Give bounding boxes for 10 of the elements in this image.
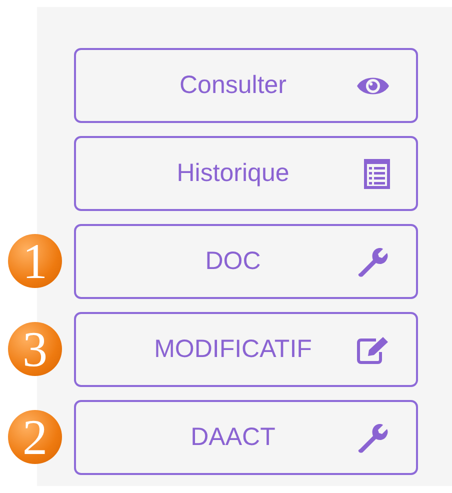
list-icon <box>364 158 390 188</box>
number-badge: 3 <box>8 322 62 376</box>
menu-button[interactable]: Historique <box>74 136 418 211</box>
menu-button[interactable]: MODIFICATIF <box>74 312 418 387</box>
menu-button[interactable]: DOC <box>74 224 418 299</box>
number-badge: 2 <box>8 410 62 464</box>
number-badge: 1 <box>8 234 62 288</box>
menu-button[interactable]: Consulter <box>74 48 418 123</box>
edit-icon <box>356 334 390 364</box>
menu-button[interactable]: DAACT <box>74 400 418 475</box>
